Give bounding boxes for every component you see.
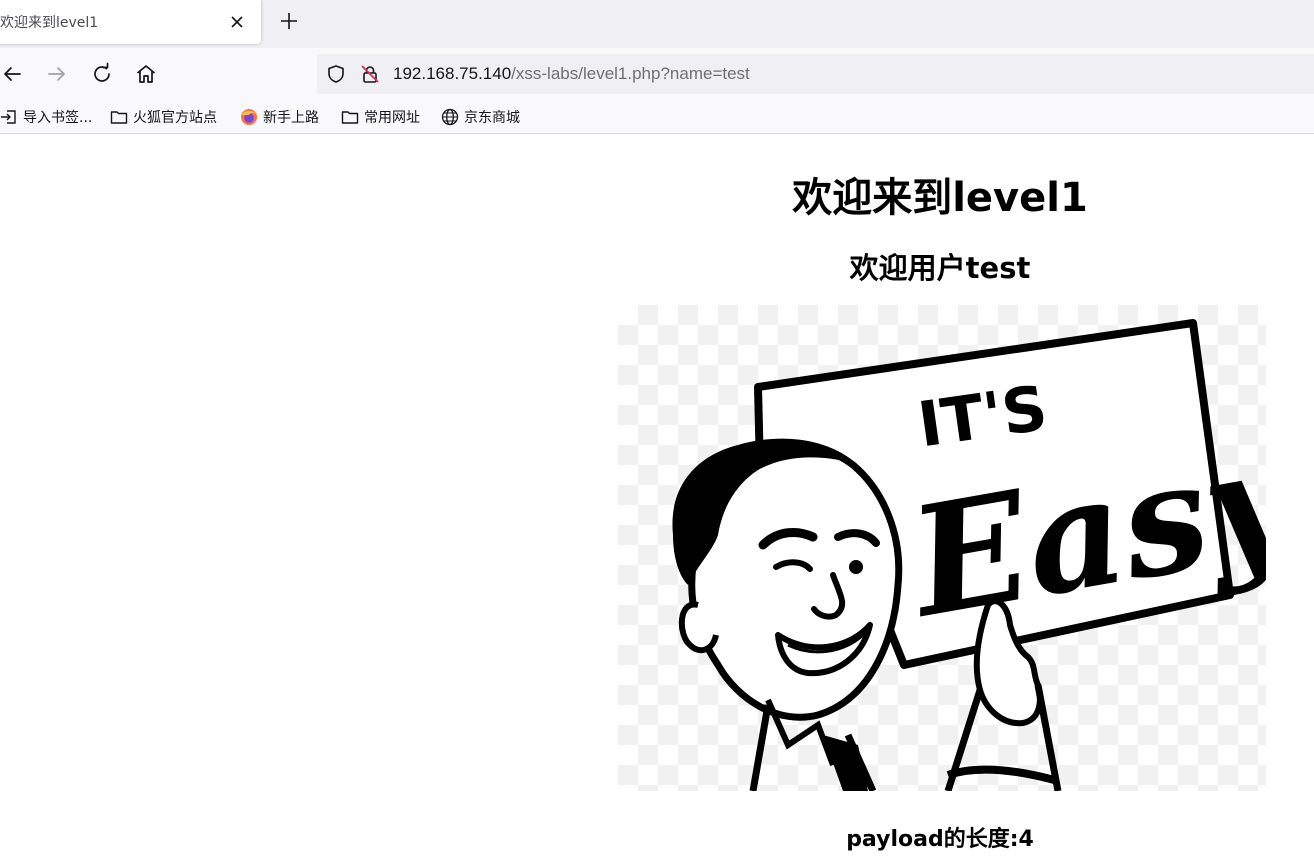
bookmarks-toolbar: 导入书签... 火狐官方站点 新手上路 常用网址 京东商城 <box>0 100 1314 134</box>
address-bar[interactable]: 192.168.75.140/xss-labs/level1.php?name=… <box>317 54 1314 94</box>
navigation-toolbar: 192.168.75.140/xss-labs/level1.php?name=… <box>0 48 1314 100</box>
bookmark-jd[interactable]: 京东商城 <box>441 106 520 128</box>
firefox-icon <box>241 109 257 125</box>
globe-icon <box>441 108 459 126</box>
shield-icon[interactable] <box>326 64 346 84</box>
forward-arrow-icon[interactable] <box>45 62 69 86</box>
bookmark-label: 导入书签... <box>23 110 93 126</box>
bookmark-label: 新手上路 <box>263 110 319 126</box>
back-arrow-icon[interactable] <box>0 62 24 86</box>
url-host: 192.168.75.140 <box>393 64 512 83</box>
browser-tab-active[interactable]: 欢迎来到level1 <box>0 0 261 44</box>
bookmark-getting-started[interactable]: 新手上路 <box>240 106 319 128</box>
page-content: 欢迎来到level1 欢迎用户test IT'S Easy payload的长度… <box>0 135 1314 860</box>
tab-title: 欢迎来到level1 <box>0 15 99 31</box>
url-path: /xss-labs/level1.php?name=test <box>511 64 750 83</box>
new-tab-plus-icon[interactable] <box>278 10 300 32</box>
folder-icon <box>110 111 128 124</box>
insecure-lock-icon[interactable] <box>360 64 380 84</box>
url-text[interactable]: 192.168.75.140/xss-labs/level1.php?name=… <box>393 64 750 84</box>
payload-length-text: payload的长度:4 <box>846 827 1034 852</box>
import-icon <box>1 110 16 124</box>
page-title: 欢迎来到level1 <box>792 175 1088 221</box>
bookmark-label: 火狐官方站点 <box>133 110 217 126</box>
bookmark-import[interactable]: 导入书签... <box>0 106 92 128</box>
welcome-user-heading: 欢迎用户test <box>849 251 1031 285</box>
home-icon[interactable] <box>134 62 158 86</box>
reload-icon[interactable] <box>90 62 114 86</box>
bookmark-firefox-site[interactable]: 火狐官方站点 <box>110 106 217 128</box>
folder-icon <box>341 111 359 124</box>
its-easy-illustration: IT'S Easy <box>618 305 1266 791</box>
tab-strip: 欢迎来到level1 <box>0 0 1314 48</box>
bookmark-label: 京东商城 <box>464 110 520 126</box>
bookmark-label: 常用网址 <box>364 110 420 126</box>
close-icon[interactable] <box>227 12 247 32</box>
its-easy-drawing: IT'S Easy <box>672 319 1266 791</box>
bookmark-common-sites[interactable]: 常用网址 <box>341 106 420 128</box>
